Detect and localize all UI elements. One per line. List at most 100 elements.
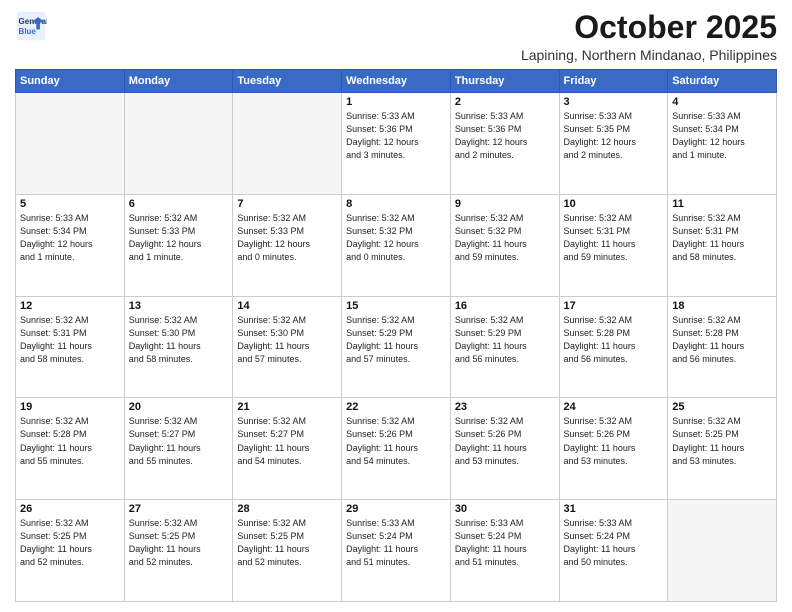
day-info: Sunrise: 5:32 AM Sunset: 5:25 PM Dayligh… [129, 517, 229, 569]
day-info: Sunrise: 5:33 AM Sunset: 5:35 PM Dayligh… [564, 110, 664, 162]
calendar-cell: 8 Sunrise: 5:32 AM Sunset: 5:32 PM Daylig… [342, 194, 451, 296]
day-number: 24 [564, 401, 664, 413]
calendar-cell: 19Sunrise: 5:32 AM Sunset: 5:28 PM Dayli… [16, 398, 125, 500]
weekday-header-sunday: Sunday [16, 70, 125, 93]
day-number: 11 [672, 198, 772, 210]
day-info: Sunrise: 5:32 AM Sunset: 5:31 PM Dayligh… [672, 212, 772, 264]
day-number: 31 [564, 503, 664, 515]
calendar-cell: 26 Sunrise: 5:32 AM Sunset: 5:25 PM Dayli… [16, 500, 125, 602]
day-info: Sunrise: 5:32 AM Sunset: 5:30 PM Dayligh… [237, 314, 337, 366]
title-block: October 2025 Lapining, Northern Mindanao… [521, 10, 777, 63]
day-number: 27 [129, 503, 229, 515]
day-number: 16 [455, 300, 555, 312]
day-info: Sunrise: 5:33 AM Sunset: 5:34 PM Dayligh… [20, 212, 120, 264]
weekday-header-friday: Friday [559, 70, 668, 93]
calendar-cell: 1 Sunrise: 5:33 AM Sunset: 5:36 PM Daylig… [342, 93, 451, 195]
day-number: 8 [346, 198, 446, 210]
weekday-header-tuesday: Tuesday [233, 70, 342, 93]
svg-text:Blue: Blue [19, 27, 37, 36]
day-number: 9 [455, 198, 555, 210]
page: General Blue October 2025 Lapining, Nort… [0, 0, 792, 612]
day-number: 23 [455, 401, 555, 413]
location-title: Lapining, Northern Mindanao, Philippines [521, 47, 777, 63]
day-number: 13 [129, 300, 229, 312]
weekday-header-saturday: Saturday [668, 70, 777, 93]
day-info: Sunrise: 5:33 AM Sunset: 5:34 PM Dayligh… [672, 110, 772, 162]
calendar-cell: 14 Sunrise: 5:32 AM Sunset: 5:30 PM Dayli… [233, 296, 342, 398]
day-info: Sunrise: 5:32 AM Sunset: 5:30 PM Dayligh… [129, 314, 229, 366]
header: General Blue October 2025 Lapining, Nort… [15, 10, 777, 63]
day-number: 7 [237, 198, 337, 210]
calendar-cell: 12 Sunrise: 5:32 AM Sunset: 5:31 PM Dayli… [16, 296, 125, 398]
calendar-cell [124, 93, 233, 195]
day-info: Sunrise: 5:32 AM Sunset: 5:27 PM Dayligh… [129, 415, 229, 467]
calendar-cell: 29 Sunrise: 5:33 AM Sunset: 5:24 PM Dayli… [342, 500, 451, 602]
day-number: 4 [672, 96, 772, 108]
day-number: 30 [455, 503, 555, 515]
calendar-cell: 3Sunrise: 5:33 AM Sunset: 5:35 PM Daylig… [559, 93, 668, 195]
day-number: 5 [20, 198, 120, 210]
calendar-cell: 16 Sunrise: 5:32 AM Sunset: 5:29 PM Dayli… [450, 296, 559, 398]
calendar-cell: 18Sunrise: 5:32 AM Sunset: 5:28 PM Dayli… [668, 296, 777, 398]
calendar-cell: 25 Sunrise: 5:32 AM Sunset: 5:25 PM Dayli… [668, 398, 777, 500]
day-number: 18 [672, 300, 772, 312]
day-info: Sunrise: 5:33 AM Sunset: 5:36 PM Dayligh… [455, 110, 555, 162]
day-number: 17 [564, 300, 664, 312]
calendar-cell: 27 Sunrise: 5:32 AM Sunset: 5:25 PM Dayli… [124, 500, 233, 602]
day-info: Sunrise: 5:33 AM Sunset: 5:36 PM Dayligh… [346, 110, 446, 162]
calendar-cell: 20Sunrise: 5:32 AM Sunset: 5:27 PM Dayli… [124, 398, 233, 500]
calendar-cell: 4 Sunrise: 5:33 AM Sunset: 5:34 PM Daylig… [668, 93, 777, 195]
day-info: Sunrise: 5:32 AM Sunset: 5:29 PM Dayligh… [346, 314, 446, 366]
day-info: Sunrise: 5:32 AM Sunset: 5:33 PM Dayligh… [129, 212, 229, 264]
logo-icon: General Blue [15, 10, 47, 42]
day-info: Sunrise: 5:32 AM Sunset: 5:27 PM Dayligh… [237, 415, 337, 467]
day-info: Sunrise: 5:32 AM Sunset: 5:29 PM Dayligh… [455, 314, 555, 366]
day-info: Sunrise: 5:33 AM Sunset: 5:24 PM Dayligh… [564, 517, 664, 569]
day-info: Sunrise: 5:33 AM Sunset: 5:24 PM Dayligh… [346, 517, 446, 569]
day-number: 22 [346, 401, 446, 413]
day-number: 1 [346, 96, 446, 108]
calendar-cell: 22 Sunrise: 5:32 AM Sunset: 5:26 PM Dayli… [342, 398, 451, 500]
calendar-cell: 2 Sunrise: 5:33 AM Sunset: 5:36 PM Daylig… [450, 93, 559, 195]
calendar-cell: 5 Sunrise: 5:33 AM Sunset: 5:34 PM Daylig… [16, 194, 125, 296]
day-number: 26 [20, 503, 120, 515]
day-info: Sunrise: 5:32 AM Sunset: 5:32 PM Dayligh… [455, 212, 555, 264]
day-info: Sunrise: 5:32 AM Sunset: 5:26 PM Dayligh… [346, 415, 446, 467]
day-number: 29 [346, 503, 446, 515]
day-info: Sunrise: 5:32 AM Sunset: 5:25 PM Dayligh… [20, 517, 120, 569]
calendar-cell: 11 Sunrise: 5:32 AM Sunset: 5:31 PM Dayli… [668, 194, 777, 296]
calendar-cell: 21Sunrise: 5:32 AM Sunset: 5:27 PM Dayli… [233, 398, 342, 500]
calendar-cell: 17Sunrise: 5:32 AM Sunset: 5:28 PM Dayli… [559, 296, 668, 398]
day-info: Sunrise: 5:32 AM Sunset: 5:26 PM Dayligh… [455, 415, 555, 467]
day-number: 19 [20, 401, 120, 413]
day-number: 6 [129, 198, 229, 210]
calendar-cell: 24 Sunrise: 5:32 AM Sunset: 5:26 PM Dayli… [559, 398, 668, 500]
month-title: October 2025 [521, 10, 777, 45]
calendar-cell [16, 93, 125, 195]
day-info: Sunrise: 5:32 AM Sunset: 5:32 PM Dayligh… [346, 212, 446, 264]
calendar-cell: 6 Sunrise: 5:32 AM Sunset: 5:33 PM Daylig… [124, 194, 233, 296]
day-number: 12 [20, 300, 120, 312]
day-info: Sunrise: 5:32 AM Sunset: 5:31 PM Dayligh… [20, 314, 120, 366]
calendar-cell: 10Sunrise: 5:32 AM Sunset: 5:31 PM Dayli… [559, 194, 668, 296]
logo: General Blue [15, 10, 47, 42]
day-info: Sunrise: 5:32 AM Sunset: 5:25 PM Dayligh… [672, 415, 772, 467]
calendar-cell: 31 Sunrise: 5:33 AM Sunset: 5:24 PM Dayli… [559, 500, 668, 602]
calendar-cell: 7 Sunrise: 5:32 AM Sunset: 5:33 PM Daylig… [233, 194, 342, 296]
day-number: 2 [455, 96, 555, 108]
calendar-table: SundayMondayTuesdayWednesdayThursdayFrid… [15, 69, 777, 602]
calendar-cell: 30 Sunrise: 5:33 AM Sunset: 5:24 PM Dayli… [450, 500, 559, 602]
weekday-header-wednesday: Wednesday [342, 70, 451, 93]
day-number: 15 [346, 300, 446, 312]
day-info: Sunrise: 5:32 AM Sunset: 5:33 PM Dayligh… [237, 212, 337, 264]
calendar-cell: 15 Sunrise: 5:32 AM Sunset: 5:29 PM Dayli… [342, 296, 451, 398]
day-info: Sunrise: 5:32 AM Sunset: 5:26 PM Dayligh… [564, 415, 664, 467]
calendar-cell: 28Sunrise: 5:32 AM Sunset: 5:25 PM Dayli… [233, 500, 342, 602]
day-number: 25 [672, 401, 772, 413]
weekday-header-monday: Monday [124, 70, 233, 93]
day-info: Sunrise: 5:33 AM Sunset: 5:24 PM Dayligh… [455, 517, 555, 569]
calendar-cell [233, 93, 342, 195]
day-number: 10 [564, 198, 664, 210]
day-number: 14 [237, 300, 337, 312]
weekday-header-thursday: Thursday [450, 70, 559, 93]
